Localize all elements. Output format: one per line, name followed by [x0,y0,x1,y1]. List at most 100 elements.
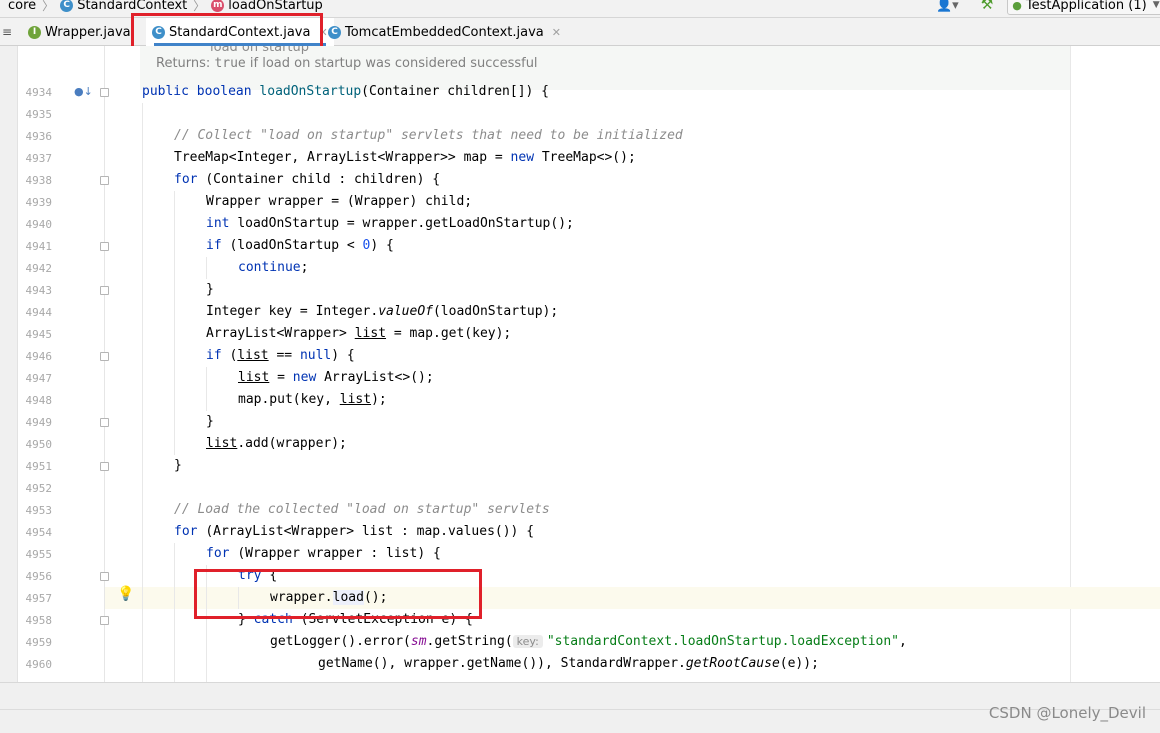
interface-icon: I [28,25,41,39]
code-token: Wrapper wrapper = (Wrapper) child; [206,194,473,209]
code-line-4959: getLogger().error(sm.getString(key: "stan… [270,631,907,653]
line-number: 4947 [25,372,53,385]
code-line-4944: Integer key = Integer.valueOf(loadOnStar… [206,301,558,323]
code-token: (Container children[]) { [361,84,550,99]
javadoc-partial-line: load on startup [210,46,310,55]
code-line-4946: if (list == null) { [206,345,355,367]
code-token: , [899,634,907,649]
tab-wrapper-java[interactable]: I Wrapper.java [22,18,137,46]
code-comment: // Load the collected "load on startup" … [174,502,550,517]
code-token: if [206,348,230,363]
line-number: 4958 [25,614,53,627]
code-token: .getString( [426,634,513,649]
indent-guide [142,103,143,682]
breadcrumb-item-method[interactable]: loadOnStartup [228,0,323,13]
chevron-down-icon: ▼ [1152,0,1160,10]
returns-label: Returns: [156,56,211,71]
line-number: 4939 [25,196,53,209]
code-line-4945: ArrayList<Wrapper> list = map.get(key); [206,323,511,345]
code-token: = map.get(key); [386,326,512,341]
build-hammer-icon[interactable]: ⚒ [981,0,994,13]
gutter-strip [0,46,18,682]
fold-marker-icon[interactable] [100,572,109,581]
code-line-4955: for (Wrapper wrapper : list) { [206,543,441,565]
watermark: CSDN @Lonely_Devil [988,704,1146,722]
code-line-4948: map.put(key, list); [238,389,387,411]
line-number: 4940 [25,218,53,231]
fold-marker-icon[interactable] [100,418,109,427]
fold-marker-icon[interactable] [100,88,109,97]
code-token: for [174,524,206,539]
user-icon[interactable]: 👤▾ [936,0,959,13]
chevron-right-icon: 〉 [193,0,206,13]
breadcrumb-item-core[interactable]: core [8,0,36,13]
fold-marker-icon[interactable] [100,286,109,295]
line-number: 4951 [25,460,53,473]
tab-tomcatembeddedcontext-java[interactable]: C TomcatEmbeddedContext.java ✕ [322,18,567,46]
code-token: = [269,370,293,385]
code-token: list [237,348,269,363]
code-token: loadOnStartup = wrapper.getLoadOnStartup… [237,216,574,231]
line-number: 4944 [25,306,53,319]
code-token: public [142,84,197,99]
implementing-method-icon[interactable]: ●↓ [74,85,93,98]
line-number: 4945 [25,328,53,341]
run-config-label: TestApplication (1) [1025,0,1147,13]
code-token: } [206,414,214,429]
close-icon[interactable]: ✕ [552,26,561,39]
bottom-panel [0,682,1160,733]
line-number: 4956 [25,570,53,583]
code-line-4950: list.add(wrapper); [206,433,347,455]
tab-label: Wrapper.java [45,24,131,40]
run-configuration-selector[interactable]: ● TestApplication (1) ▼ [1007,0,1160,15]
line-number: 4936 [25,130,53,143]
code-token: for [206,546,238,561]
indent-guide [174,543,175,682]
method-icon: m [211,0,225,12]
code-token: (ArrayList<Wrapper> list : map.values())… [205,524,535,539]
code-line-4951: } [174,455,182,477]
chevron-right-icon: 〉 [42,0,55,13]
line-number: 4957 [25,592,53,605]
line-number: 4948 [25,394,53,407]
code-editor[interactable]: load on startup Returns: true if load on… [0,46,1160,682]
code-comment: // Collect "load on startup" servlets th… [174,128,683,143]
code-token: } [206,282,214,297]
returns-code: true [214,56,246,71]
code-token: (e)); [779,656,819,671]
lightbulb-icon[interactable]: 💡 [117,586,134,602]
code-token: getRootCause [685,656,780,671]
code-token: TreeMap<Integer, ArrayList<Wrapper>> map… [174,150,511,165]
code-token: == [268,348,300,363]
breadcrumb-item-class[interactable]: StandardContext [77,0,187,13]
tab-scroll-left-icon[interactable]: ≡ [0,18,14,46]
class-icon: C [60,0,74,12]
indent-guide [206,257,207,279]
code-token: int [206,216,238,231]
code-line-4937: TreeMap<Integer, ArrayList<Wrapper>> map… [174,147,636,169]
code-token: valueOf [378,304,433,319]
code-token: (Wrapper wrapper : list) { [237,546,441,561]
code-token: (loadOnStartup); [432,304,559,319]
indent-guide [206,367,207,411]
line-number: 4946 [25,350,53,363]
code-token: if [206,238,230,253]
code-token: list [339,392,372,407]
code-token: getLogger().error( [270,634,411,649]
code-token: ) { [331,348,355,363]
code-line-4940: int loadOnStartup = wrapper.getLoadOnSta… [206,213,574,235]
fold-marker-icon[interactable] [100,352,109,361]
fold-marker-icon[interactable] [100,242,109,251]
toolbar-right: 👤▾ ⚒ ● TestApplication (1) ▼ [936,0,1160,15]
line-number: 4960 [25,658,53,671]
fold-marker-icon[interactable] [100,176,109,185]
code-token: ArrayList<Wrapper> [206,326,355,341]
fold-marker-icon[interactable] [100,616,109,625]
fold-marker-icon[interactable] [100,462,109,471]
code-line-4943: } [206,279,214,301]
code-string: "standardContext.loadOnStartup.loadExcep… [546,634,900,649]
code-token: ) { [370,238,394,253]
divider [0,709,1160,710]
code-line-4941: if (loadOnStartup < 0) { [206,235,394,257]
code-token: } [174,458,182,473]
